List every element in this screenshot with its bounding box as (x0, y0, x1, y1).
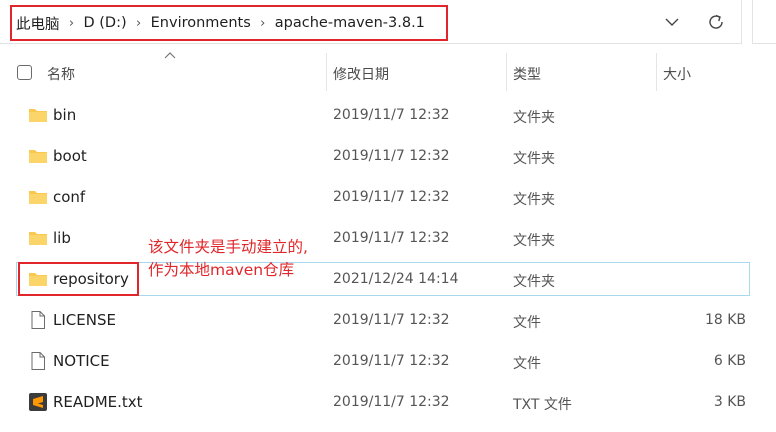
file-row[interactable]: NOTICE 2019/11/7 12:32 文件 6 KB (16, 344, 750, 378)
annotation-line: 该文件夹是手动建立的, (148, 238, 308, 256)
search-box[interactable] (752, 0, 776, 44)
file-modified: 2019/11/7 12:32 (333, 312, 450, 328)
breadcrumb-item-drive-d[interactable]: D (D:) (84, 15, 127, 31)
file-type: 文件夹 (513, 151, 555, 167)
address-bar[interactable]: 此电脑 › D (D:) › Environments › apache-mav… (0, 0, 742, 44)
folder-icon (29, 109, 47, 122)
file-modified: 2019/11/7 12:32 (333, 353, 450, 369)
column-size[interactable]: 大小 (663, 64, 691, 84)
sublime-text-icon (29, 393, 47, 411)
column-resize-handle[interactable] (656, 53, 657, 91)
file-type: 文件夹 (513, 233, 555, 249)
file-type: 文件 (513, 315, 541, 331)
select-all-checkbox[interactable] (17, 65, 32, 80)
file-modified: 2019/11/7 12:32 (333, 107, 450, 123)
file-size: 18 KB (704, 312, 746, 328)
file-size: 6 KB (713, 353, 746, 369)
breadcrumb-chevron-icon[interactable]: › (127, 16, 151, 31)
file-row[interactable]: boot 2019/11/7 12:32 文件夹 (16, 139, 750, 173)
column-name[interactable]: 名称 (47, 64, 75, 84)
file-row[interactable]: LICENSE 2019/11/7 12:32 文件 18 KB (16, 303, 750, 337)
file-row[interactable]: conf 2019/11/7 12:32 文件夹 (16, 180, 750, 214)
sort-ascending-icon (164, 52, 176, 59)
column-header: 名称 修改日期 类型 大小 (0, 52, 776, 91)
breadcrumb-item-this-pc[interactable]: 此电脑 (16, 13, 60, 34)
file-name: lib (53, 229, 71, 247)
file-modified: 2019/11/7 12:32 (333, 189, 450, 205)
file-type: 文件夹 (513, 110, 555, 126)
file-row[interactable]: lib 2019/11/7 12:32 文件夹 (16, 221, 750, 255)
breadcrumb-item-apache-maven[interactable]: apache-maven-3.8.1 (275, 15, 425, 31)
folder-icon (29, 232, 47, 245)
file-type: 文件夹 (513, 192, 555, 208)
file-name: NOTICE (53, 352, 110, 370)
breadcrumb-item-environments[interactable]: Environments (151, 15, 251, 31)
chevron-down-icon[interactable] (662, 12, 682, 32)
column-type[interactable]: 类型 (513, 64, 541, 84)
file-size: 3 KB (713, 394, 746, 410)
file-row[interactable]: README.txt 2019/11/7 12:32 TXT 文件 3 KB (16, 385, 750, 419)
annotation-line: 作为本地maven仓库 (148, 261, 295, 279)
file-modified: 2021/12/24 14:14 (333, 271, 459, 287)
file-name: LICENSE (53, 311, 116, 329)
file-modified: 2019/11/7 12:32 (333, 148, 450, 164)
file-name: README.txt (53, 393, 143, 411)
column-resize-handle[interactable] (326, 53, 327, 91)
breadcrumb[interactable]: 此电脑 › D (D:) › Environments › apache-mav… (10, 5, 448, 41)
file-name: boot (53, 147, 87, 165)
file-name: conf (53, 188, 86, 206)
file-type: 文件 (513, 356, 541, 372)
folder-icon (29, 150, 47, 163)
file-modified: 2019/11/7 12:32 (333, 394, 450, 410)
folder-icon (29, 191, 47, 204)
column-modified[interactable]: 修改日期 (333, 64, 389, 84)
file-type: TXT 文件 (513, 397, 572, 413)
file-name: bin (53, 106, 77, 124)
file-icon (31, 352, 45, 370)
file-icon (31, 311, 45, 329)
column-resize-handle[interactable] (506, 53, 507, 91)
breadcrumb-chevron-icon[interactable]: › (60, 16, 84, 31)
file-type: 文件夹 (513, 274, 555, 290)
file-row[interactable]: bin 2019/11/7 12:32 文件夹 (16, 98, 750, 132)
highlight-box-repository (18, 262, 139, 296)
annotation-text: 该文件夹是手动建立的, 作为本地maven仓库 (148, 236, 308, 282)
breadcrumb-chevron-icon[interactable]: › (251, 16, 275, 31)
file-modified: 2019/11/7 12:32 (333, 230, 450, 246)
refresh-icon[interactable] (705, 11, 727, 33)
